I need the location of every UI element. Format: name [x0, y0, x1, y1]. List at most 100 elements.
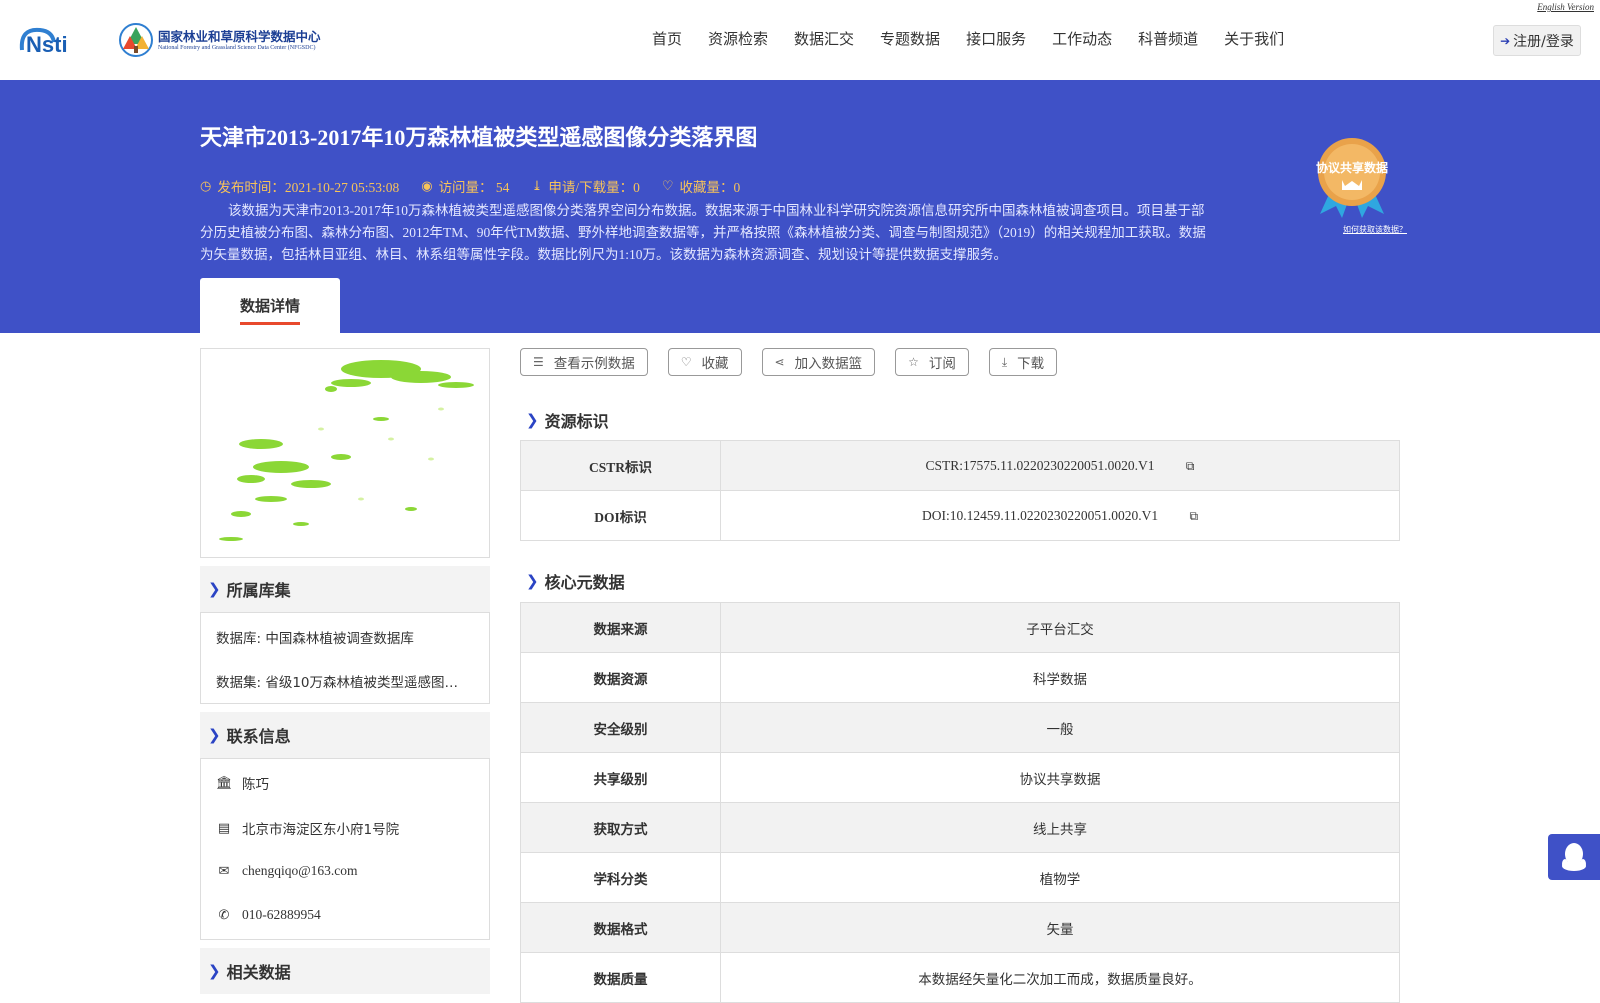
eye-icon: ◉ — [421, 178, 433, 193]
favorite-count: ♡ 收藏量：0 — [662, 176, 740, 196]
table-value: 植物学 — [720, 852, 1400, 903]
table-value: 一般 — [720, 702, 1400, 753]
publish-time-text: 发布时间：2021-10-27 05:53:08 — [217, 180, 400, 195]
dataset-banner: 天津市2013-2017年10万森林植被类型遥感图像分类落界图 ◷ 发布时间：20… — [0, 80, 1600, 333]
nsti-logo-text: Nsti — [26, 32, 68, 56]
nav-news[interactable]: 工作动态 — [1052, 28, 1112, 49]
database-link[interactable]: 数据库: 中国森林植被调查数据库 — [216, 627, 414, 647]
chevron-right-icon: ❯ — [526, 572, 539, 590]
contact-address-text: 北京市海淀区东小府1号院 — [242, 822, 400, 838]
contact-name-text: 陈巧 — [242, 777, 269, 793]
table-key: 数据格式 — [520, 902, 721, 953]
cstr-value: CSTR:17575.11.0220230220051.0020.V1 — [925, 457, 1155, 473]
login-button[interactable]: ➔ 注册/登录 — [1493, 25, 1581, 56]
table-value: 本数据经矢量化二次加工而成，数据质量良好。 — [720, 952, 1400, 1003]
heart-icon: ♡ — [680, 355, 692, 369]
contact-section-header: ❯ 联系信息 — [200, 712, 490, 758]
nav-api-service[interactable]: 接口服务 — [966, 28, 1026, 49]
download-count: ⤓ 申请/下载量：0 — [531, 176, 639, 196]
phone-icon: ✆ — [218, 907, 230, 922]
contact-email[interactable]: ✉ chengqiqo@163.com — [216, 863, 358, 879]
table-value: 协议共享数据 — [720, 752, 1400, 803]
table-key: CSTR标识 — [520, 440, 721, 491]
subscribe-label: 订阅 — [928, 356, 956, 372]
view-sample-button[interactable]: ☰ 查看示例数据 — [520, 348, 648, 376]
qq-chat-button[interactable] — [1548, 834, 1600, 880]
table-row: 获取方式 线上共享 — [520, 802, 1400, 853]
table-key: 安全级别 — [520, 702, 721, 753]
center-title: 国家林业和草原科学数据中心 — [158, 29, 321, 44]
how-to-get-data-link[interactable]: 如何获取该数据？ — [1343, 224, 1407, 235]
envelope-icon: ✉ — [218, 863, 230, 878]
table-row: 安全级别 一般 — [520, 702, 1400, 753]
resource-id-title: 资源标识 — [544, 412, 609, 431]
collection-box: 数据库: 中国森林植被调查数据库 数据集: 省级10万森林植被类型遥感图… — [200, 612, 490, 704]
table-value: 线上共享 — [720, 802, 1400, 853]
nav-home[interactable]: 首页 — [652, 28, 682, 49]
chevron-right-icon: ❯ — [208, 726, 221, 744]
nfgsdc-emblem-icon — [119, 23, 153, 57]
dataset-title: 天津市2013-2017年10万森林植被类型遥感图像分类落界图 — [200, 125, 758, 150]
table-row: 数据质量 本数据经矢量化二次加工而成，数据质量良好。 — [520, 952, 1400, 1003]
qq-penguin-icon — [1562, 843, 1586, 871]
table-value: DOI:10.12459.11.0220230220051.0020.V1 ⧉ — [720, 490, 1400, 541]
nav-about-us[interactable]: 关于我们 — [1224, 28, 1284, 49]
table-value: 矢量 — [720, 902, 1400, 953]
action-toolbar: ☰ 查看示例数据 ♡ 收藏 ⋖ 加入数据篮 ☆ 订阅 ⤓ 下载 — [520, 348, 1077, 376]
dataset-link[interactable]: 数据集: 省级10万森林植被类型遥感图… — [216, 671, 458, 691]
copy-icon[interactable]: ⧉ — [1186, 459, 1195, 474]
table-row: 共享级别 协议共享数据 — [520, 752, 1400, 803]
nav-science-channel[interactable]: 科普频道 — [1138, 28, 1198, 49]
contact-section-title: 联系信息 — [226, 727, 291, 746]
contact-address: ▤ 北京市海淀区东小府1号院 — [216, 818, 400, 839]
nav-data-submission[interactable]: 数据汇交 — [794, 28, 854, 49]
main-nav: 首页 资源检索 数据汇交 专题数据 接口服务 工作动态 科普频道 关于我们 — [652, 28, 1310, 49]
nsti-logo[interactable]: Nsti — [18, 22, 98, 56]
login-label: 注册/登录 — [1513, 33, 1574, 50]
tab-active-underline — [240, 322, 300, 325]
clock-icon: ◷ — [200, 178, 212, 193]
core-meta-title: 核心元数据 — [544, 573, 625, 592]
nav-resource-search[interactable]: 资源检索 — [708, 28, 768, 49]
visit-count-text: 访问量： 54 — [438, 180, 510, 195]
add-to-basket-button[interactable]: ⋖ 加入数据篮 — [761, 348, 876, 376]
dataset-description: 该数据为天津市2013-2017年10万森林植被类型遥感图像分类落界空间分布数据… — [200, 203, 1206, 262]
core-meta-header: ❯ 核心元数据 — [526, 569, 625, 593]
subscribe-button[interactable]: ☆ 订阅 — [895, 348, 969, 376]
table-row: 数据格式 矢量 — [520, 902, 1400, 953]
english-version-link[interactable]: English Version — [1537, 2, 1594, 12]
collection-section-title: 所属库集 — [226, 581, 291, 600]
dataset-thumbnail[interactable] — [200, 348, 490, 558]
share-badge-icon: 协议共享数据 — [1316, 138, 1388, 218]
table-row: DOI标识 DOI:10.12459.11.0220230220051.0020… — [520, 490, 1400, 541]
chevron-right-icon: ❯ — [526, 411, 539, 429]
contact-phone-text: 010-62889954 — [242, 907, 321, 922]
contact-phone: ✆ 010-62889954 — [216, 907, 321, 923]
download-button[interactable]: ⤓ 下载 — [988, 348, 1058, 376]
visit-count: ◉ 访问量： 54 — [421, 176, 509, 196]
table-key: 获取方式 — [520, 802, 721, 853]
contact-name: 🏛 陈巧 — [216, 773, 269, 794]
resource-id-table: CSTR标识 CSTR:17575.11.0220230220051.0020.… — [520, 440, 1400, 541]
table-row: CSTR标识 CSTR:17575.11.0220230220051.0020.… — [520, 440, 1400, 491]
nav-topic-data[interactable]: 专题数据 — [880, 28, 940, 49]
related-section-title: 相关数据 — [226, 963, 291, 982]
collection-section-header: ❯ 所属库集 — [200, 566, 490, 612]
download-icon: ⤓ — [1001, 354, 1008, 369]
tab-data-details[interactable]: 数据详情 — [200, 278, 340, 333]
database-icon: ☰ — [533, 355, 544, 369]
publish-time: ◷ 发布时间：2021-10-27 05:53:08 — [200, 176, 399, 196]
center-subtitle: National Forestry and Grassland Science … — [158, 45, 316, 51]
heart-icon: ♡ — [661, 178, 674, 193]
table-key: 数据质量 — [520, 952, 721, 1003]
nfgsdc-logo[interactable]: 国家林业和草原科学数据中心 National Forestry and Gras… — [118, 20, 338, 62]
table-row: 学科分类 植物学 — [520, 852, 1400, 903]
favorite-button[interactable]: ♡ 收藏 — [667, 348, 742, 376]
doi-value: DOI:10.12459.11.0220230220051.0020.V1 — [921, 507, 1159, 523]
copy-icon[interactable]: ⧉ — [1189, 509, 1198, 524]
chevron-right-icon: ❯ — [208, 580, 221, 598]
chevron-right-icon: ❯ — [208, 962, 221, 980]
table-key: DOI标识 — [520, 490, 721, 541]
table-value: 子平台汇交 — [720, 602, 1400, 653]
table-key: 共享级别 — [520, 752, 721, 803]
